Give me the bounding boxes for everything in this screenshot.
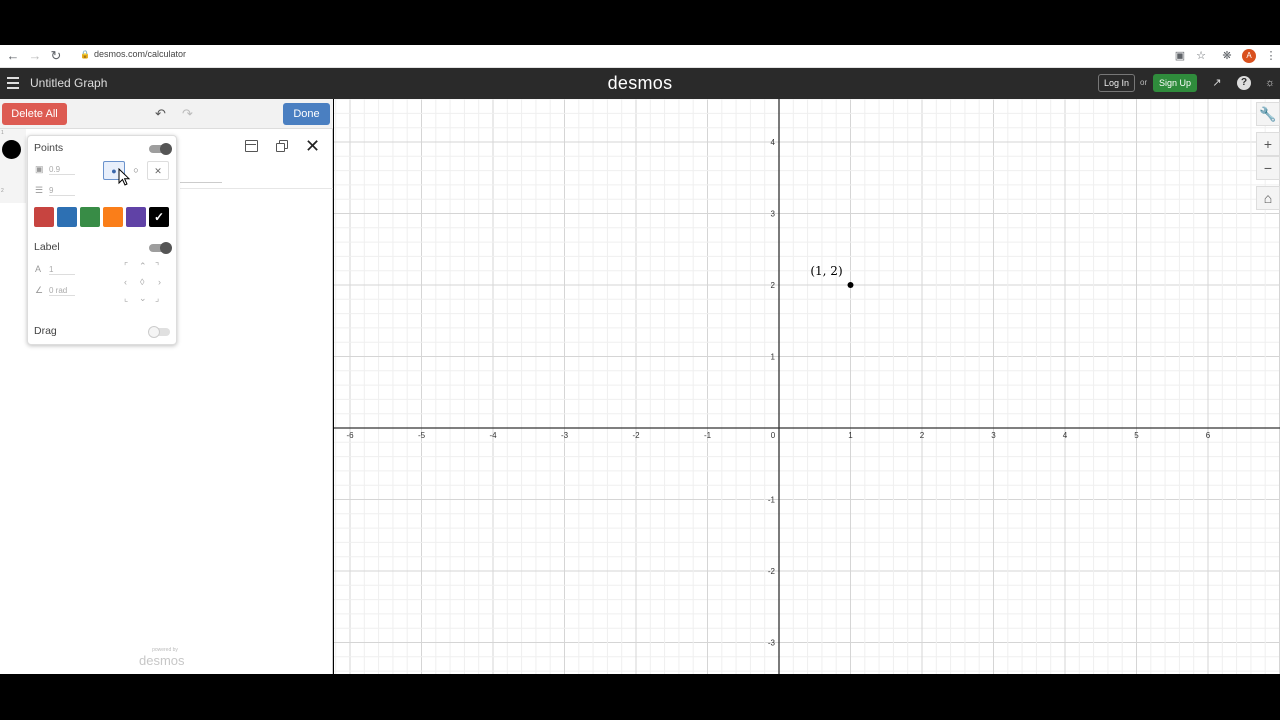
extensions-icon[interactable]: ❋: [1219, 48, 1235, 64]
profile-avatar[interactable]: A: [1242, 49, 1256, 63]
row-number: 2: [1, 188, 4, 194]
y-tick-label: 1: [771, 353, 776, 362]
opacity-icon: ▣: [35, 164, 44, 174]
forward-arrow-icon[interactable]: →: [27, 48, 43, 64]
angle-icon: ∠: [35, 285, 44, 295]
point-color-icon[interactable]: [2, 140, 21, 159]
checkmark-icon: ✓: [153, 210, 165, 224]
size-input[interactable]: 9: [49, 186, 75, 196]
corner-bottom-right-icon[interactable]: ⌟: [155, 293, 159, 303]
x-tick-label: 6: [1206, 431, 1211, 440]
x-tick-label: -6: [346, 431, 354, 440]
color-swatch-blue[interactable]: [57, 207, 77, 227]
y-tick-label: 4: [771, 138, 776, 147]
y-tick-label: 2: [771, 281, 776, 290]
zoom-out-icon[interactable]: −: [1256, 156, 1280, 180]
expression-panel: Delete All ↶ ↷ Done 1 2 ✕ Points ▣ 0.9 ☰…: [0, 99, 333, 674]
x-tick-label: -4: [489, 431, 497, 440]
chevron-down-icon[interactable]: ⌄: [139, 293, 147, 303]
zoom-in-icon[interactable]: +: [1256, 132, 1280, 156]
x-tick-label: -5: [418, 431, 426, 440]
delete-all-button[interactable]: Delete All: [2, 103, 67, 125]
divider: [180, 188, 333, 189]
address-bar[interactable]: 🔒 desmos.com/calculator: [80, 49, 186, 59]
sign-up-button[interactable]: Sign Up: [1153, 74, 1197, 92]
table-icon[interactable]: [245, 140, 258, 152]
footer-desmos-logo: desmos: [139, 653, 185, 668]
label-label: Label: [34, 241, 60, 253]
drag-label: Drag: [34, 325, 57, 337]
reload-icon[interactable]: ↻: [48, 48, 64, 64]
points-toggle[interactable]: [149, 143, 172, 155]
y-tick-label: -2: [768, 567, 776, 576]
expression-toolbar: Delete All ↶ ↷ Done: [0, 99, 333, 129]
screen-bottom-bar: [0, 674, 1280, 720]
home-icon[interactable]: ⌂: [1256, 186, 1280, 210]
opacity-input[interactable]: 0.9: [49, 165, 75, 175]
undo-icon[interactable]: ↶: [155, 106, 166, 122]
wrench-icon[interactable]: 🔧: [1256, 102, 1280, 126]
graph-canvas[interactable]: -6 -5 -4 -3 -2 -1 0 1 2 3 4 5 6 4 3 2 1 -1 -2 -3 (1, 2): [334, 99, 1280, 674]
label-angle-input[interactable]: 0 rad: [49, 286, 75, 296]
screen: ← → ↻ 🔒 desmos.com/calculator ▣ ☆ ❋ ⋮ A U…: [0, 0, 1280, 720]
center-icon[interactable]: ◊: [140, 277, 144, 287]
size-icon: ☰: [35, 185, 44, 195]
y-tick-label: 3: [771, 210, 776, 219]
color-swatch-red[interactable]: [34, 207, 54, 227]
done-button[interactable]: Done: [283, 103, 330, 125]
color-swatch-green[interactable]: [80, 207, 100, 227]
chevron-up-icon[interactable]: ⌃: [139, 261, 147, 271]
qr-code-icon[interactable]: ▣: [1172, 48, 1188, 64]
x-tick-label: 3: [991, 431, 996, 440]
app-header: Untitled Graph desmos Log In or Sign Up …: [0, 68, 1280, 99]
back-arrow-icon[interactable]: ←: [5, 48, 21, 64]
chevron-right-icon[interactable]: ›: [158, 277, 161, 287]
x-tick-label: 0: [771, 431, 776, 440]
x-tick-label: -1: [704, 431, 712, 440]
expression-input-underline: [180, 182, 222, 183]
mouse-cursor-icon: [118, 168, 131, 186]
corner-bottom-left-icon[interactable]: ⌞: [124, 293, 128, 303]
x-tick-label: 1: [848, 431, 853, 440]
cross-icon[interactable]: ✕: [147, 161, 169, 180]
globe-icon[interactable]: ☼: [1263, 76, 1277, 90]
graph-paper[interactable]: -6 -5 -4 -3 -2 -1 0 1 2 3 4 5 6 4 3 2 1 -1 -2 -3 (1, 2): [334, 99, 1280, 674]
x-tick-label: 4: [1063, 431, 1068, 440]
style-popover: Points ▣ 0.9 ☰ 9 ● ○ ✕ ✓ Label A 1 ∠ 0 r…: [27, 135, 177, 345]
corner-top-left-icon[interactable]: ⌜: [124, 261, 128, 271]
corner-top-right-icon[interactable]: ⌝: [155, 261, 159, 271]
lock-icon: 🔒: [80, 50, 90, 59]
url-text: desmos.com/calculator: [93, 49, 187, 59]
row-number: 1: [1, 130, 4, 136]
points-label: Points: [34, 142, 64, 154]
close-icon[interactable]: ✕: [305, 136, 320, 156]
label-size-input[interactable]: 1: [49, 265, 75, 275]
x-tick-label: 5: [1134, 431, 1139, 440]
color-swatch-purple[interactable]: [126, 207, 146, 227]
more-menu-icon[interactable]: ⋮: [1263, 48, 1279, 64]
color-swatch-black[interactable]: ✓: [149, 207, 169, 227]
desmos-logo: desmos: [607, 73, 673, 93]
point-style-group: ● ○ ✕: [103, 161, 169, 180]
y-tick-label: -3: [768, 639, 776, 648]
duplicate-icon[interactable]: [276, 140, 289, 153]
or-text: or: [1140, 78, 1148, 87]
text-size-icon: A: [35, 264, 42, 274]
graph-point: [847, 282, 854, 288]
help-icon[interactable]: ?: [1237, 76, 1251, 90]
point-label: (1, 2): [810, 264, 842, 278]
chevron-left-icon[interactable]: ‹: [124, 277, 127, 287]
label-toggle[interactable]: [149, 242, 172, 254]
share-icon[interactable]: ↗: [1210, 76, 1224, 90]
x-tick-label: -3: [561, 431, 569, 440]
x-tick-label: -2: [632, 431, 640, 440]
redo-icon[interactable]: ↷: [182, 106, 193, 122]
drag-toggle[interactable]: [148, 326, 170, 338]
color-swatch-orange[interactable]: [103, 207, 123, 227]
star-icon[interactable]: ☆: [1193, 48, 1209, 64]
x-tick-label: 2: [920, 431, 925, 440]
browser-toolbar: ← → ↻ 🔒 desmos.com/calculator ▣ ☆ ❋ ⋮: [0, 45, 1280, 68]
log-in-button[interactable]: Log In: [1098, 74, 1135, 92]
y-tick-label: -1: [768, 496, 776, 505]
